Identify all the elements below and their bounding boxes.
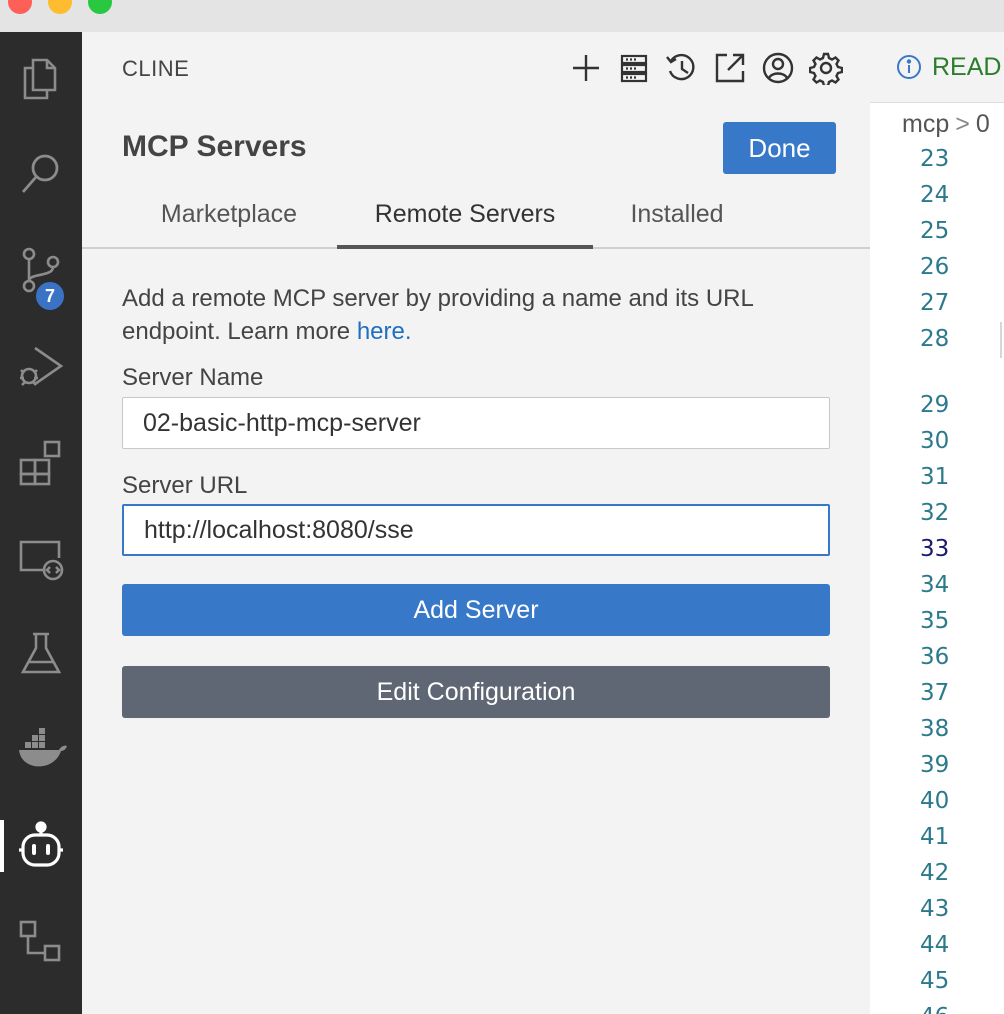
account-icon: [762, 52, 794, 84]
breadcrumb-item-next[interactable]: 0: [976, 110, 990, 139]
remote-explorer-icon: [19, 540, 64, 581]
activity-remote-explorer[interactable]: [0, 526, 82, 590]
line-number: 23: [920, 146, 950, 172]
line-number: 24: [920, 182, 950, 208]
history-icon: [666, 53, 695, 81]
line-number: 39: [920, 752, 950, 778]
workflow-icon: [19, 920, 61, 962]
search-icon: [21, 154, 59, 193]
panel-title: CLINE: [122, 56, 190, 81]
extensions-icon: [19, 440, 61, 486]
line-number: 35: [920, 608, 950, 634]
line-number: 27: [920, 290, 950, 316]
run-debug-icon: [20, 346, 64, 386]
close-window-button[interactable]: [8, 0, 32, 14]
server-url-label: Server URL: [122, 472, 248, 499]
activity-run-debug[interactable]: [0, 334, 82, 398]
server-url-input[interactable]: http://localhost:8080/sse: [122, 504, 830, 556]
editor-tab[interactable]: READ: [870, 32, 1004, 102]
docker-icon: [19, 728, 67, 767]
activity-source-control[interactable]: 7: [0, 238, 82, 312]
tab-remote-servers[interactable]: Remote Servers: [337, 200, 593, 249]
editor-tab-label: READ: [932, 52, 1002, 81]
line-number: 25: [920, 218, 950, 244]
add-server-button[interactable]: Add Server: [122, 584, 830, 636]
line-number: 29: [920, 392, 950, 418]
line-number: 34: [920, 572, 950, 598]
done-button[interactable]: Done: [723, 122, 836, 174]
tab-installed[interactable]: Installed: [612, 200, 742, 249]
line-number: 41: [920, 824, 950, 850]
activity-docker[interactable]: [0, 718, 82, 782]
line-number-current: 33: [920, 536, 950, 562]
new-task-button[interactable]: [566, 50, 606, 86]
line-number: 26: [920, 254, 950, 280]
line-number: 28: [920, 326, 950, 352]
line-number: 36: [920, 644, 950, 670]
edit-configuration-button[interactable]: Edit Configuration: [122, 666, 830, 718]
line-number: 32: [920, 500, 950, 526]
server-icon: [620, 54, 648, 83]
line-number: 40: [920, 788, 950, 814]
activity-bar: 7: [0, 32, 82, 1014]
plus-icon: [573, 55, 599, 81]
description-text: Add a remote MCP server by providing a n…: [122, 285, 753, 345]
zoom-window-button[interactable]: [88, 0, 112, 14]
activity-cline[interactable]: [0, 814, 82, 878]
line-number: 43: [920, 896, 950, 922]
activity-testing[interactable]: [0, 622, 82, 686]
cline-panel: CLINE MCP Servers Done Marketplace Remot…: [82, 32, 870, 1014]
breadcrumb: mcp > 0: [870, 102, 1004, 146]
server-name-label: Server Name: [122, 364, 264, 391]
breadcrumb-item[interactable]: mcp: [902, 110, 949, 139]
line-number: 30: [920, 428, 950, 454]
explorer-icon: [23, 58, 57, 100]
minimize-window-button[interactable]: [48, 0, 72, 14]
history-button[interactable]: [662, 50, 702, 86]
activity-workflow[interactable]: [0, 910, 82, 974]
activity-search[interactable]: [0, 142, 82, 206]
line-number: 38: [920, 716, 950, 742]
panel-toolbar: [566, 50, 846, 86]
editor-area: READ mcp > 0 23 24 25 26 27 28 29 30 31 …: [870, 32, 1004, 1014]
line-number: 31: [920, 464, 950, 490]
cline-icon: [19, 821, 63, 867]
line-number: 45: [920, 968, 950, 994]
mcp-servers-title: MCP Servers: [122, 130, 307, 163]
activity-extensions[interactable]: [0, 430, 82, 494]
popout-button[interactable]: [710, 50, 750, 86]
server-name-input[interactable]: 02-basic-http-mcp-server: [122, 397, 830, 449]
window-title-bar: [0, 0, 1004, 32]
settings-button[interactable]: [806, 50, 846, 86]
info-icon: [897, 55, 921, 79]
line-number: 42: [920, 860, 950, 886]
testing-icon: [20, 632, 62, 674]
line-number: 44: [920, 932, 950, 958]
indent-guide: [1000, 322, 1002, 358]
breadcrumb-separator: >: [955, 110, 970, 138]
gear-icon: [809, 52, 843, 85]
tab-marketplace[interactable]: Marketplace: [142, 200, 316, 249]
learn-more-link[interactable]: here.: [357, 318, 412, 345]
mcp-tabs: Marketplace Remote Servers Installed: [82, 192, 870, 249]
mcp-servers-button[interactable]: [614, 50, 654, 86]
source-control-badge: 7: [34, 280, 66, 312]
account-button[interactable]: [758, 50, 798, 86]
line-number: 37: [920, 680, 950, 706]
remote-server-description: Add a remote MCP server by providing a n…: [122, 282, 842, 348]
line-number: 46: [920, 1004, 949, 1014]
popout-icon: [715, 53, 745, 83]
activity-explorer[interactable]: [0, 46, 82, 110]
